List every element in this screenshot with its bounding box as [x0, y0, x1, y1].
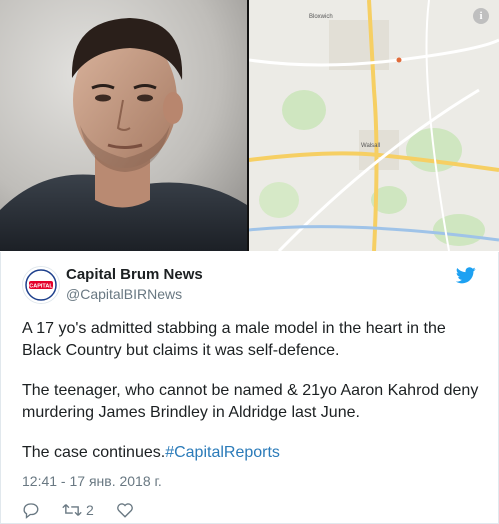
- heart-icon: [116, 503, 133, 518]
- tweet-paragraph-3: The case continues.#CapitalReports: [22, 442, 482, 464]
- map-label-bloxwich: Bloxwich: [309, 14, 333, 20]
- avatar[interactable]: CAPITAL: [22, 266, 60, 304]
- map-label-walsall: Walsall: [361, 143, 380, 149]
- tweet-actions: 2: [22, 500, 156, 520]
- reply-button[interactable]: [22, 501, 40, 519]
- retweet-button[interactable]: 2: [62, 501, 94, 519]
- map-graphic: Bloxwich Walsall: [249, 0, 499, 251]
- svg-text:CAPITAL: CAPITAL: [29, 284, 53, 290]
- tweet-card: CAPITAL Capital Brum News @CapitalBIRNew…: [0, 252, 499, 524]
- tweet-paragraph-2: The teenager, who cannot be named & 21yo…: [22, 382, 479, 421]
- photo-man[interactable]: [0, 0, 247, 251]
- retweet-icon: [62, 504, 82, 516]
- timestamp[interactable]: 12:41 - 17 янв. 2018 г.: [22, 473, 162, 489]
- like-button[interactable]: [116, 501, 134, 519]
- author-handle[interactable]: @CapitalBIRNews: [66, 286, 182, 302]
- hashtag-link[interactable]: #CapitalReports: [165, 444, 280, 461]
- tweet-text: A 17 yo's admitted stabbing a male model…: [22, 318, 482, 482]
- capital-logo-icon: CAPITAL: [23, 267, 59, 303]
- photo-image: [0, 0, 247, 251]
- twitter-bird-icon[interactable]: [456, 267, 476, 284]
- info-icon[interactable]: i: [473, 8, 489, 24]
- tweet-paragraph-3-text: The case continues.: [22, 444, 166, 461]
- tweet-paragraph-1: A 17 yo's admitted stabbing a male model…: [22, 320, 446, 359]
- author-name[interactable]: Capital Brum News: [66, 266, 203, 283]
- retweet-count: 2: [86, 502, 94, 518]
- reply-icon: [23, 503, 39, 519]
- tweet-media[interactable]: Bloxwich Walsall i: [0, 0, 499, 251]
- map-image[interactable]: Bloxwich Walsall: [249, 0, 499, 251]
